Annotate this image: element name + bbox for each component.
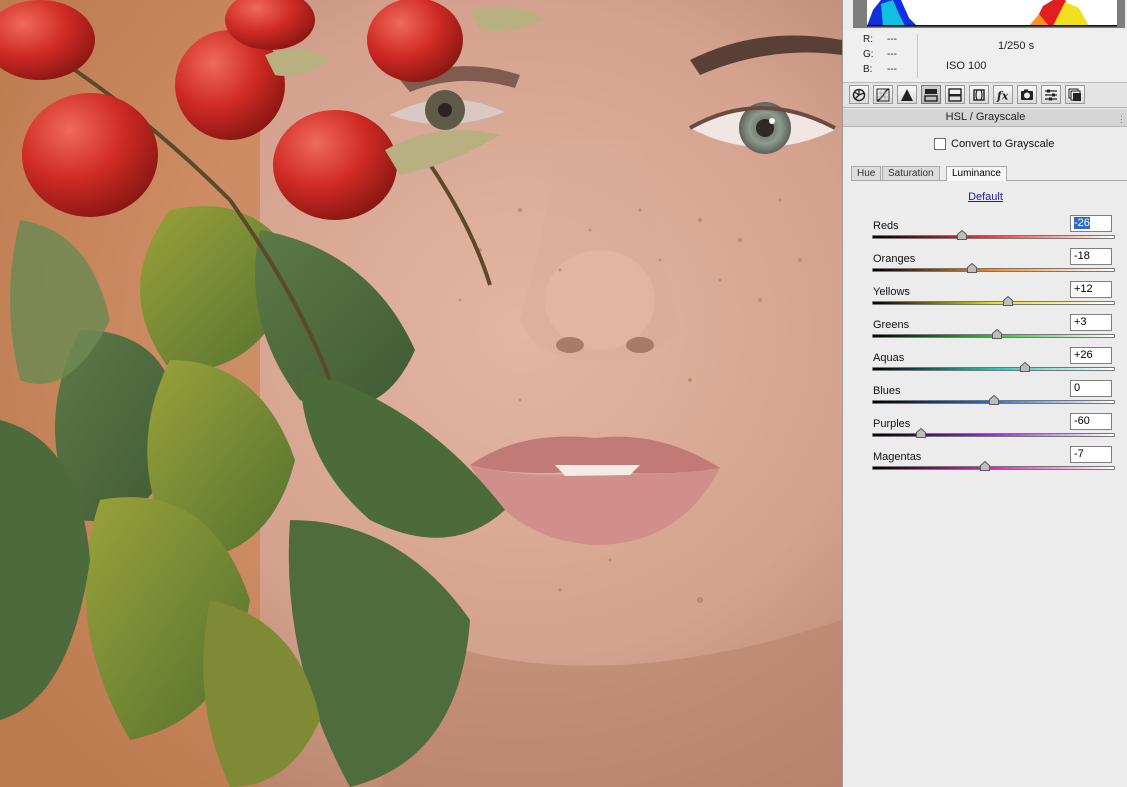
yellows-value-field[interactable]: +12	[1070, 281, 1112, 298]
shutter-speed: 1/250 s	[998, 40, 1035, 52]
slider-row-reds: Reds -26	[843, 215, 1127, 248]
oranges-label: Oranges	[873, 253, 916, 265]
rgb-r-label: R:	[863, 34, 873, 45]
info-divider	[917, 34, 918, 78]
tab-saturation[interactable]: Saturation	[882, 166, 940, 180]
presets-icon[interactable]	[1041, 85, 1061, 104]
rgb-g-value: ---	[887, 49, 897, 60]
panel-toolbar: fx	[843, 83, 1127, 108]
section-header: HSL / Grayscale ⋮	[843, 109, 1127, 127]
iso-value: ISO 100	[946, 60, 987, 72]
aquas-value-text: +26	[1074, 349, 1093, 361]
default-link[interactable]: Default	[843, 191, 1127, 203]
magentas-value-text: -7	[1074, 448, 1084, 460]
hsl-icon[interactable]	[921, 85, 941, 104]
yellows-label: Yellows	[873, 286, 910, 298]
photo-info: R: --- G: --- B: --- 1/250 s ISO 100	[843, 30, 1127, 83]
camera-calibration-icon[interactable]	[1017, 85, 1037, 104]
tone-curve-icon[interactable]	[873, 85, 893, 104]
magentas-value-field[interactable]: -7	[1070, 446, 1112, 463]
slider-row-purples: Purples -60	[843, 413, 1127, 446]
fx-icon[interactable]: fx	[993, 85, 1013, 104]
rgb-b-value: ---	[887, 64, 897, 75]
basic-icon[interactable]	[849, 85, 869, 104]
greens-value-field[interactable]: +3	[1070, 314, 1112, 331]
rgb-r-value: ---	[887, 34, 897, 45]
blues-label: Blues	[873, 385, 901, 397]
hsl-tabs: Hue Saturation Luminance	[851, 165, 1127, 181]
snapshots-icon[interactable]	[1065, 85, 1085, 104]
blues-value-field[interactable]: 0	[1070, 380, 1112, 397]
purples-label: Purples	[873, 418, 911, 430]
aquas-value-field[interactable]: +26	[1070, 347, 1112, 364]
magentas-slider-track[interactable]	[872, 466, 1115, 470]
histogram	[853, 0, 1125, 28]
detail-icon[interactable]	[897, 85, 917, 104]
yellows-value-text: +12	[1074, 283, 1093, 295]
checkbox-box[interactable]	[934, 138, 946, 150]
slider-row-oranges: Oranges -18	[843, 248, 1127, 281]
reds-value-field[interactable]: -26	[1070, 215, 1112, 232]
svg-text:fx: fx	[996, 89, 1009, 102]
slider-row-yellows: Yellows +12	[843, 281, 1127, 314]
reds-slider-track[interactable]	[872, 235, 1115, 239]
convert-to-grayscale-checkbox[interactable]: Convert to Grayscale	[934, 138, 1054, 150]
tab-luminance[interactable]: Luminance	[946, 166, 1007, 181]
reds-value-text: -26	[1074, 217, 1090, 229]
purples-value-text: -60	[1074, 415, 1090, 427]
tab-hue[interactable]: Hue	[851, 166, 882, 180]
greens-value-text: +3	[1074, 316, 1087, 328]
lens-corrections-icon[interactable]	[969, 85, 989, 104]
convert-to-grayscale-label: Convert to Grayscale	[951, 138, 1055, 150]
aquas-label: Aquas	[873, 352, 905, 364]
oranges-value-field[interactable]: -18	[1070, 248, 1112, 265]
slider-row-magentas: Magentas -7	[843, 446, 1127, 479]
purples-value-field[interactable]: -60	[1070, 413, 1112, 430]
slider-row-aquas: Aquas +26	[843, 347, 1127, 380]
greens-label: Greens	[873, 319, 910, 331]
section-title: HSL / Grayscale	[945, 111, 1026, 123]
reds-label: Reds	[873, 220, 899, 232]
develop-panel: R: --- G: --- B: --- 1/250 s ISO 100 fx	[842, 0, 1127, 787]
slider-row-blues: Blues 0	[843, 380, 1127, 413]
slider-row-greens: Greens +3	[843, 314, 1127, 347]
blues-value-text: 0	[1074, 382, 1081, 394]
aquas-slider-track[interactable]	[872, 367, 1115, 371]
portrait-image	[0, 0, 842, 787]
panel-menu-grip-icon[interactable]: ⋮	[1117, 111, 1126, 128]
purples-slider-track[interactable]	[872, 433, 1115, 437]
yellows-slider-track[interactable]	[872, 301, 1115, 305]
photo-canvas[interactable]	[0, 0, 842, 787]
rgb-g-label: G:	[863, 49, 874, 60]
rgb-b-label: B:	[863, 64, 873, 75]
split-toning-icon[interactable]	[945, 85, 965, 104]
magentas-label: Magentas	[873, 451, 922, 463]
oranges-slider-track[interactable]	[872, 268, 1115, 272]
oranges-value-text: -18	[1074, 250, 1090, 262]
